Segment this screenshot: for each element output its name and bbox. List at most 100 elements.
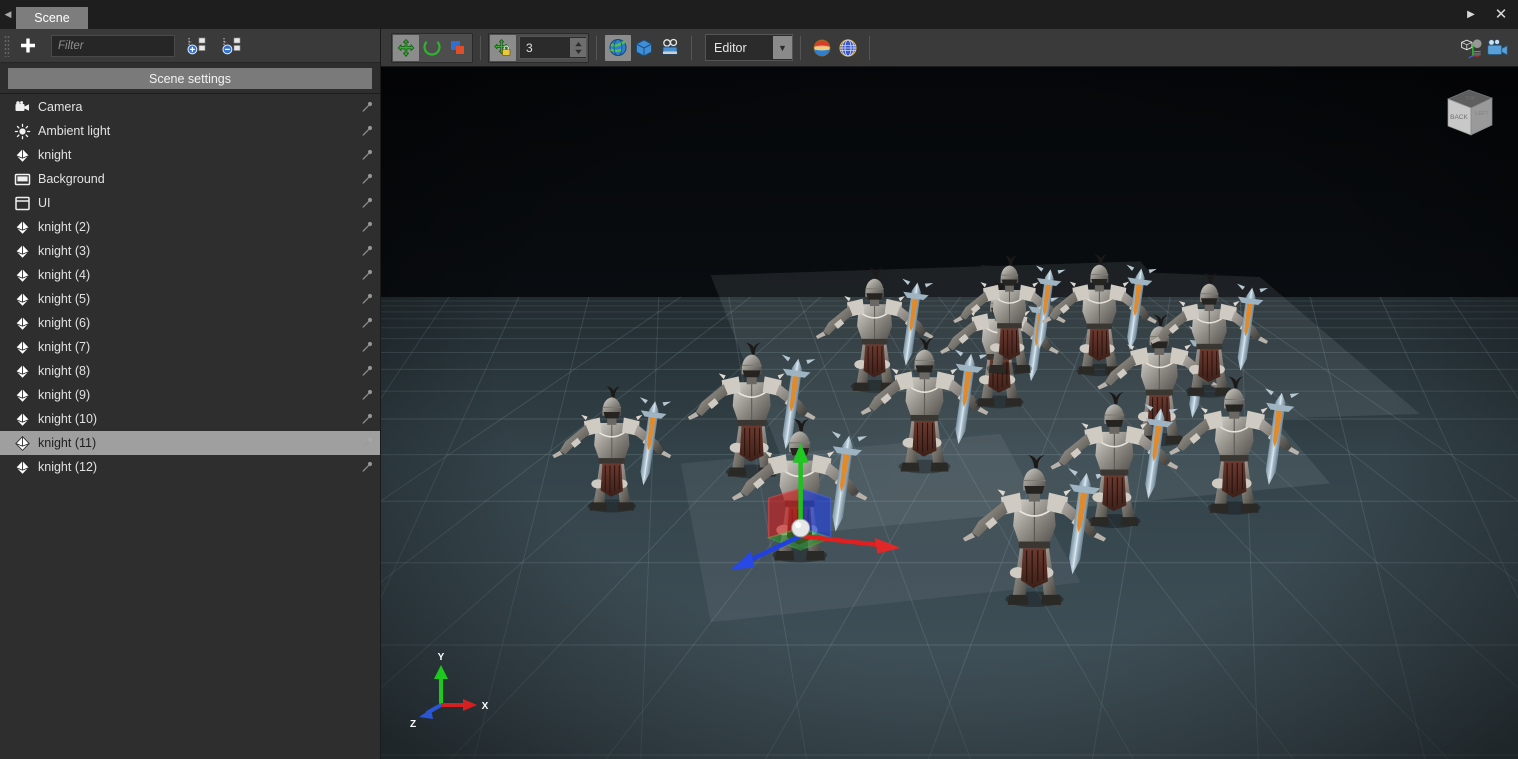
- toolbar-separator-3: [691, 36, 692, 60]
- tree-item-ui[interactable]: UI: [0, 191, 380, 215]
- scene-viewport[interactable]: BACK LEFT TOP Y X: [381, 67, 1518, 759]
- pin-icon[interactable]: [360, 388, 374, 402]
- editor-mode-combo[interactable]: Editor ▼: [705, 34, 793, 61]
- light-icon: [14, 123, 31, 140]
- scene-tree-toolbar: [0, 29, 380, 63]
- mesh-icon: [14, 267, 31, 284]
- toolbar-drag-handle[interactable]: [4, 35, 10, 57]
- pin-icon[interactable]: [360, 172, 374, 186]
- tree-item-label: Ambient light: [38, 124, 360, 138]
- scale-cubes-icon[interactable]: [445, 35, 471, 61]
- expand-panel-icon[interactable]: ▶: [1464, 8, 1478, 22]
- mesh-icon: [14, 435, 31, 452]
- navcube-top-label: TOP: [1465, 96, 1476, 102]
- tree-item-label: knight (3): [38, 244, 360, 258]
- move-arrows-icon[interactable]: [393, 35, 419, 61]
- tree-item-knight-12[interactable]: knight (12): [0, 455, 380, 479]
- toolbar-separator-5: [869, 36, 870, 60]
- tree-item-label: knight (4): [38, 268, 360, 282]
- viewport-column: 3: [381, 29, 1518, 759]
- tree-item-camera[interactable]: Camera: [0, 95, 380, 119]
- snap-value-field[interactable]: 3: [519, 36, 587, 59]
- pin-icon[interactable]: [360, 148, 374, 162]
- viewport-render: [381, 67, 1518, 759]
- pin-icon[interactable]: [360, 364, 374, 378]
- scene-tree[interactable]: Camera Ambient light knight Background UI kni…: [0, 94, 380, 759]
- tree-item-label: UI: [38, 196, 360, 210]
- pin-icon[interactable]: [360, 244, 374, 258]
- space-tool-group: [604, 34, 684, 62]
- pin-icon[interactable]: [360, 436, 374, 450]
- scene-settings-button[interactable]: Scene settings: [8, 68, 372, 89]
- viewport-right-tools: [1458, 34, 1512, 62]
- pin-icon[interactable]: [360, 220, 374, 234]
- ui-icon: [14, 195, 31, 212]
- pin-icon[interactable]: [360, 100, 374, 114]
- mesh-icon: [14, 219, 31, 236]
- collapse-all-icon[interactable]: [219, 33, 245, 59]
- tree-item-label: knight (7): [38, 340, 360, 354]
- camera-icon: [14, 99, 31, 116]
- tree-item-knight-5[interactable]: knight (5): [0, 287, 380, 311]
- tree-item-ambient-light[interactable]: Ambient light: [0, 119, 380, 143]
- move-lock-icon[interactable]: [490, 35, 516, 61]
- tree-item-background[interactable]: Background: [0, 167, 380, 191]
- mesh-icon: [14, 291, 31, 308]
- background-icon: [14, 171, 31, 188]
- pin-icon[interactable]: [360, 460, 374, 474]
- camera-film-icon[interactable]: [657, 35, 683, 61]
- tree-item-label: knight (5): [38, 292, 360, 306]
- toolbar-separator-2: [596, 36, 597, 60]
- mesh-icon: [14, 339, 31, 356]
- expand-all-icon[interactable]: [184, 33, 210, 59]
- tree-item-knight-6[interactable]: knight (6): [0, 311, 380, 335]
- navigation-cube[interactable]: BACK LEFT TOP: [1436, 83, 1502, 143]
- pin-icon[interactable]: [360, 124, 374, 138]
- pin-icon[interactable]: [360, 196, 374, 210]
- editor-mode-value: Editor: [706, 41, 773, 55]
- tree-item-knight-11[interactable]: knight (11): [0, 431, 380, 455]
- pin-icon[interactable]: [360, 340, 374, 354]
- wireframe-globe-icon[interactable]: [835, 35, 861, 61]
- tab-scene[interactable]: Scene: [16, 7, 88, 29]
- tree-item-label: knight (12): [38, 460, 360, 474]
- navcube-front-label: BACK: [1450, 114, 1468, 121]
- tree-item-label: knight (2): [38, 220, 360, 234]
- editor-body: Scene settings Camera Ambient light knight…: [0, 29, 1518, 759]
- material-sphere-icon[interactable]: [809, 35, 835, 61]
- mesh-icon: [14, 411, 31, 428]
- window-controls: ▶ ✕: [1464, 0, 1518, 29]
- video-camera-icon[interactable]: [1485, 35, 1511, 61]
- filter-input[interactable]: [51, 35, 175, 57]
- tree-item-knight-9[interactable]: knight (9): [0, 383, 380, 407]
- transform-tool-group: [391, 33, 473, 63]
- tree-item-knight-10[interactable]: knight (10): [0, 407, 380, 431]
- mesh-icon: [14, 243, 31, 260]
- tree-item-knight[interactable]: knight: [0, 143, 380, 167]
- pin-icon[interactable]: [360, 412, 374, 426]
- close-icon[interactable]: ✕: [1494, 8, 1508, 22]
- chevron-down-icon[interactable]: ▼: [773, 36, 792, 59]
- pin-icon[interactable]: [360, 292, 374, 306]
- tab-scene-label: Scene: [34, 11, 69, 25]
- mesh-icon: [14, 387, 31, 404]
- tree-item-knight-3[interactable]: knight (3): [0, 239, 380, 263]
- snap-stepper[interactable]: [570, 38, 586, 57]
- tree-item-knight-4[interactable]: knight (4): [0, 263, 380, 287]
- tree-item-knight-7[interactable]: knight (7): [0, 335, 380, 359]
- tree-item-knight-8[interactable]: knight (8): [0, 359, 380, 383]
- blue-cube-icon[interactable]: [631, 35, 657, 61]
- rotate-arc-icon[interactable]: [419, 35, 445, 61]
- tab-scroll-left-button[interactable]: ◀: [0, 0, 16, 29]
- globe-axis-icon[interactable]: [605, 35, 631, 61]
- pin-icon[interactable]: [360, 316, 374, 330]
- scene-tree-panel: Scene settings Camera Ambient light knight…: [0, 29, 381, 759]
- plus-icon[interactable]: [13, 32, 43, 60]
- pin-icon[interactable]: [360, 268, 374, 282]
- editor-window: ◀ Scene ▶ ✕: [0, 0, 1518, 759]
- tree-item-label: Background: [38, 172, 360, 186]
- tree-item-label: knight (11): [38, 436, 360, 450]
- gizmo-cube-icon[interactable]: [1459, 35, 1485, 61]
- tree-item-label: knight (9): [38, 388, 360, 402]
- tree-item-knight-2[interactable]: knight (2): [0, 215, 380, 239]
